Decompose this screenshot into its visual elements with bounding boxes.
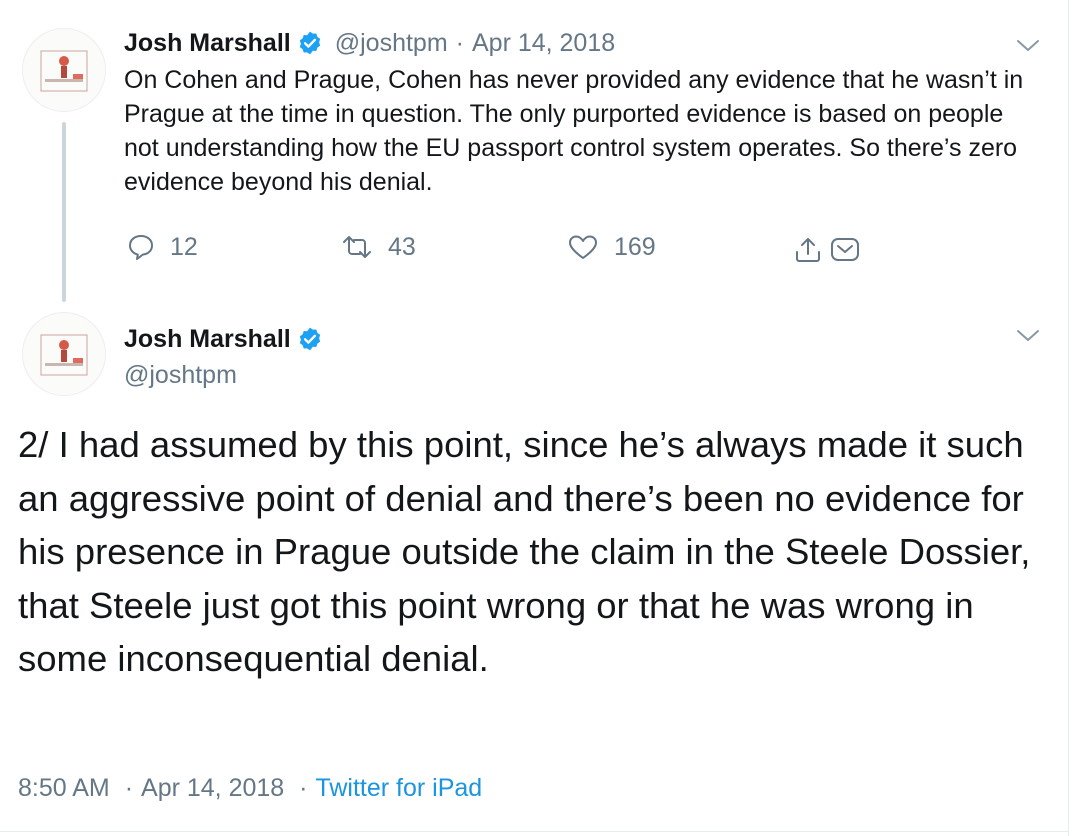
separator: · (124, 774, 134, 802)
separator: · (299, 774, 308, 802)
divider (0, 831, 1068, 832)
direct-message-icon[interactable] (830, 236, 860, 264)
chevron-down-icon[interactable] (1014, 326, 1042, 346)
main-tweet-text: 2/ I had assumed by this point, since he… (18, 424, 1031, 679)
like-heart-icon (569, 235, 597, 259)
like-count: 169 (614, 232, 656, 261)
verified-badge-icon (299, 327, 320, 351)
thread-connector-line (62, 122, 66, 302)
avatar[interactable] (22, 28, 106, 112)
reply-tweet-text: On Cohen and Prague, Cohen has never pro… (124, 66, 1024, 196)
tweet-source-link[interactable]: Twitter for iPad (315, 774, 482, 802)
author-name[interactable]: Josh Marshall (124, 324, 291, 354)
avatar[interactable] (22, 312, 106, 396)
tweet-date[interactable]: Apr 14, 2018 (141, 774, 284, 802)
author-handle[interactable]: @joshtpm (124, 360, 237, 390)
author-name[interactable]: Josh Marshall (124, 28, 291, 58)
column-border (1068, 0, 1069, 836)
tweet-time[interactable]: 8:50 AM (18, 774, 110, 802)
author-handle[interactable]: @joshtpm (335, 28, 448, 58)
reply-count: 12 (170, 232, 198, 261)
retweet-count: 43 (388, 232, 416, 261)
main-tweet-header: Josh Marshall (124, 324, 323, 354)
tweet-metadata: 8:50 AM · Apr 14, 2018 · Twitter for iPad (18, 771, 482, 805)
retweet-icon (343, 236, 371, 258)
reply-icon (129, 235, 153, 260)
share-icon[interactable] (792, 234, 824, 266)
like-button[interactable]: 169 (566, 232, 656, 262)
reply-tweet-header: Josh Marshall @joshtpm · Apr 14, 2018 (124, 28, 615, 58)
tweet-date[interactable]: Apr 14, 2018 (472, 28, 615, 58)
separator: · (455, 29, 464, 57)
retweet-button[interactable]: 43 (340, 232, 416, 262)
chevron-down-icon[interactable] (1014, 36, 1042, 56)
verified-badge-icon (299, 31, 320, 55)
reply-button[interactable]: 12 (126, 232, 198, 262)
